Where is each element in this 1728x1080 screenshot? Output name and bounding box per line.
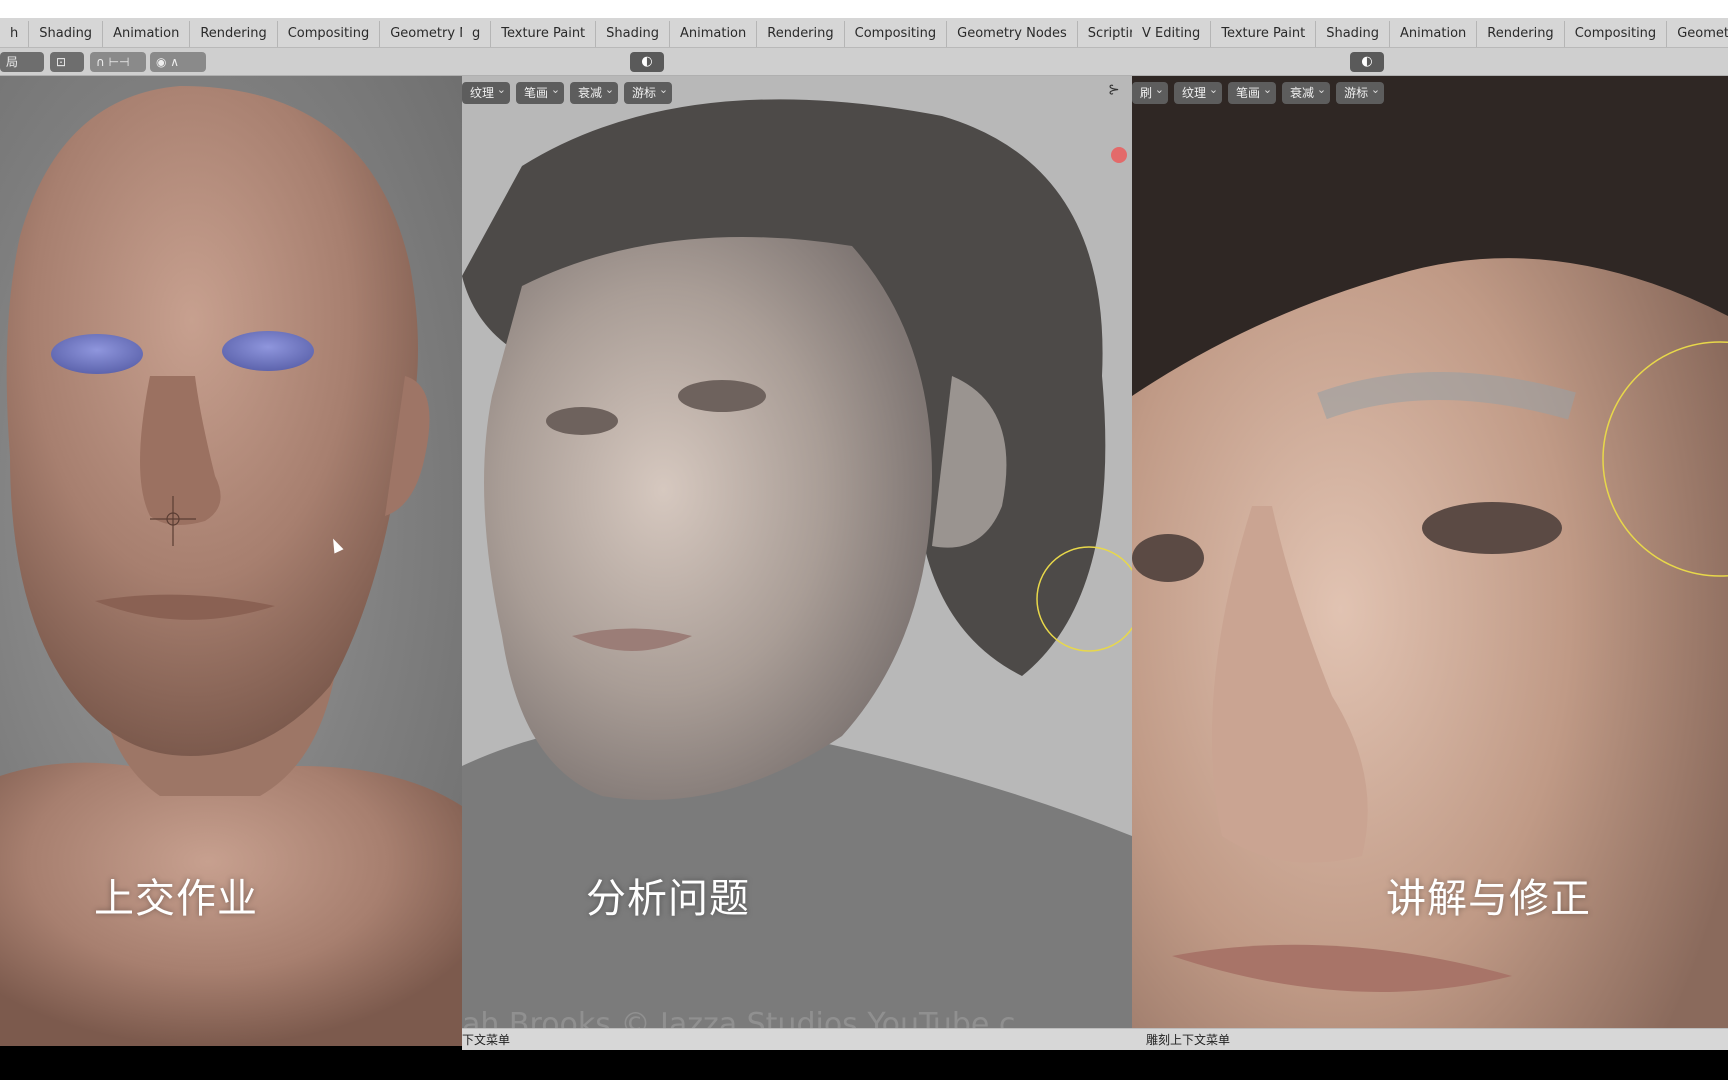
snap-icon: ⊡ — [56, 55, 67, 69]
viewport-menu-row-right: 刷 纹理 笔画 衰减 游标 — [1132, 79, 1390, 104]
header-toolbar-right: ◐ — [1132, 48, 1728, 76]
tab-compositing[interactable]: Compositing — [845, 21, 948, 47]
right-eye-shape — [678, 380, 766, 412]
texture-menu-label: 纹理 — [1182, 86, 1207, 100]
brush-menu-label: 刷 — [1140, 86, 1153, 100]
tab-scripting[interactable]: Scripting — [1078, 21, 1132, 47]
proportional-icon: ◉ ∧ — [156, 55, 180, 69]
falloff-menu-label: 衰减 — [578, 86, 603, 100]
viewport-shading-button[interactable]: ◐ — [1350, 52, 1384, 72]
tab-shading[interactable]: Shading — [596, 21, 670, 47]
status-sculpt-context-menu-text: 雕刻上下文菜单 — [1146, 1033, 1231, 1047]
tab-rendering[interactable]: Rendering — [1477, 21, 1565, 47]
status-bar-right: 雕刻上下文菜单 — [1132, 1028, 1728, 1050]
mode-dropdown[interactable]: 局 — [0, 52, 44, 72]
tab-animation[interactable]: Animation — [670, 21, 758, 47]
tab-compositing[interactable]: Compositing — [1565, 21, 1668, 47]
tab-animation[interactable]: Animation — [103, 21, 191, 47]
panel-middle: g Texture Paint Shading Animation Render… — [462, 18, 1132, 1050]
tab-texture-paint[interactable]: Texture Paint — [1211, 21, 1317, 47]
caption-analyze-problems: 分析问题 — [586, 876, 750, 922]
cursor-menu-label: 游标 — [632, 86, 657, 100]
right-eye-shape — [222, 331, 314, 371]
falloff-menu[interactable]: 衰减 — [570, 79, 619, 104]
screen: h Shading Animation Rendering Compositin… — [0, 0, 1728, 1080]
eye-shape — [1422, 502, 1562, 554]
symmetry-butterfly-icon[interactable]: ⊱ — [1108, 82, 1120, 98]
tab-geometry-nodes[interactable]: Geometry Node — [1667, 21, 1728, 47]
cursor-menu[interactable]: 游标 — [624, 79, 673, 104]
reference-photo-image: ah Brooks © Jazza Studios YouTube.c — [462, 76, 1132, 1046]
left-eye-shape — [1132, 534, 1204, 582]
gizmo-x-axis-dot[interactable] — [1111, 147, 1127, 163]
magnet-icon: ∩ ⊢⊣ — [96, 55, 130, 69]
texture-menu-label: 纹理 — [470, 86, 495, 100]
top-white-strip — [0, 0, 1728, 18]
head-shape — [6, 86, 419, 756]
panel-left: h Shading Animation Rendering Compositin… — [0, 18, 462, 1050]
panel-right: V Editing Texture Paint Shading Animatio… — [1132, 18, 1728, 1050]
tab-geometry-nodes[interactable]: Geometry Nodes — [380, 21, 462, 47]
tab-texture-paint[interactable]: Texture Paint — [491, 21, 597, 47]
snap-target-dropdown[interactable]: ⊡ — [50, 52, 84, 72]
cursor-menu[interactable]: 游标 — [1336, 79, 1385, 104]
viewport-left[interactable]: 上交作业 — [0, 76, 462, 1046]
tab-uv-editing[interactable]: V Editing — [1132, 21, 1212, 47]
viewport-shading-icon: ◐ — [641, 54, 653, 69]
snap-toggle-group[interactable]: ∩ ⊢⊣ — [90, 52, 146, 72]
stroke-menu[interactable]: 笔画 — [516, 79, 565, 104]
tab-shading[interactable]: Shading — [1316, 21, 1391, 47]
viewport-right[interactable]: 刷 纹理 笔画 衰减 游标 讲解与修正 — [1132, 76, 1728, 1046]
caption-explain-and-correct: 讲解与修正 — [1386, 876, 1591, 922]
bottom-black-bar — [0, 1050, 1728, 1080]
falloff-menu[interactable]: 衰减 — [1282, 79, 1331, 104]
stroke-menu-label: 笔画 — [524, 86, 549, 100]
cursor-menu-label: 游标 — [1344, 86, 1369, 100]
viewport-shading-button[interactable]: ◐ — [630, 52, 664, 72]
left-eye-shape — [51, 334, 143, 374]
proportional-edit-group[interactable]: ◉ ∧ — [150, 52, 206, 72]
status-context-menu-text: 下文菜单 — [462, 1033, 511, 1047]
texture-menu[interactable]: 纹理 — [1174, 79, 1223, 104]
caption-submit-homework: 上交作业 — [94, 876, 258, 922]
tab-animation[interactable]: Animation — [1390, 21, 1478, 47]
workspace-tabbar-left: h Shading Animation Rendering Compositin… — [0, 18, 462, 48]
tab-shading[interactable]: Shading — [29, 21, 104, 47]
mode-label: 局 — [6, 55, 19, 69]
viewport-middle[interactable]: ah Brooks © Jazza Studios YouTube.c 纹理 笔… — [462, 76, 1132, 1046]
tab-partial-g[interactable]: g — [462, 21, 492, 47]
status-bar-middle: 下文菜单 — [462, 1028, 1132, 1050]
brush-menu[interactable]: 刷 — [1132, 79, 1169, 104]
stroke-menu[interactable]: 笔画 — [1228, 79, 1277, 104]
falloff-menu-label: 衰减 — [1290, 86, 1315, 100]
tab-geometry-nodes[interactable]: Geometry Nodes — [947, 21, 1078, 47]
tab-rendering[interactable]: Rendering — [757, 21, 845, 47]
tab-rendering[interactable]: Rendering — [190, 21, 278, 47]
left-eye-shape — [546, 407, 618, 435]
header-toolbar-left: 局 ⊡ ∩ ⊢⊣ ◉ ∧ — [0, 48, 462, 76]
tab-compositing[interactable]: Compositing — [278, 21, 381, 47]
viewport-shading-icon: ◐ — [1361, 54, 1373, 69]
workspace-tabbar-right: V Editing Texture Paint Shading Animatio… — [1132, 18, 1728, 48]
header-toolbar-middle: ◐ — [462, 48, 1132, 76]
stroke-menu-label: 笔画 — [1236, 86, 1261, 100]
viewport-menu-row-middle: 纹理 笔画 衰减 游标 — [462, 79, 678, 104]
tab-partial-h[interactable]: h — [0, 21, 30, 47]
workspace-tabbar-middle: g Texture Paint Shading Animation Render… — [462, 18, 1132, 48]
texture-menu[interactable]: 纹理 — [462, 79, 511, 104]
